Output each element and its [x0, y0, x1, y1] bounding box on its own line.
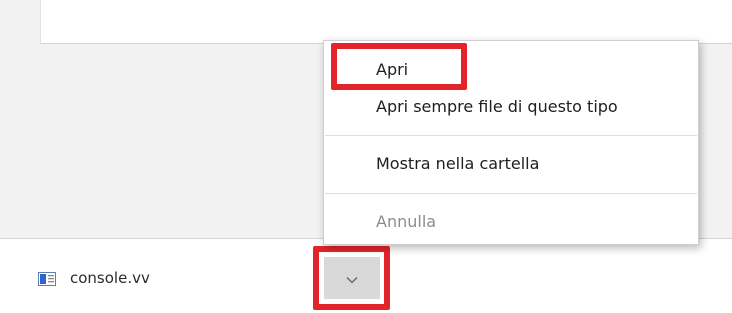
chevron-down-icon — [345, 269, 358, 288]
menu-separator — [325, 135, 697, 136]
menu-item-always-open-this-type[interactable]: Apri sempre file di questo tipo — [324, 88, 698, 124]
download-options-button-inner[interactable] — [323, 257, 380, 299]
download-item[interactable]: console.vv — [38, 263, 150, 293]
highlight-annotation — [331, 43, 467, 90]
page-content-card — [40, 0, 732, 44]
download-options-button[interactable] — [313, 246, 390, 310]
document-icon — [38, 271, 56, 286]
menu-item-show-in-folder[interactable]: Mostra nella cartella — [324, 145, 698, 181]
menu-separator — [325, 193, 697, 194]
menu-item-cancel: Annulla — [376, 211, 437, 231]
download-file-name: console.vv — [70, 269, 150, 287]
